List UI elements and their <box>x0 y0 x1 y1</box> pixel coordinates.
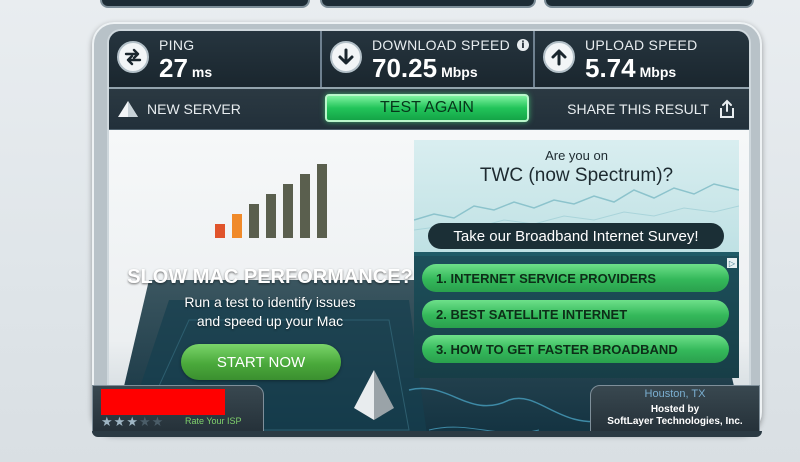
signal-bar <box>283 184 293 238</box>
download-value: 70.25 Mbps <box>372 53 478 84</box>
panel-base <box>92 431 762 437</box>
info-icon[interactable]: i <box>517 39 529 51</box>
new-server-button[interactable]: NEW SERVER <box>117 97 241 121</box>
top-tab-3[interactable] <box>544 0 754 8</box>
server-triangle-icon <box>118 101 138 117</box>
top-tab-1[interactable] <box>100 0 310 8</box>
ping-arrows-icon <box>117 41 149 73</box>
ad-choices-icon[interactable]: ▷ <box>727 258 737 268</box>
action-bar: NEW SERVER TEST AGAIN SHARE THIS RESULT <box>109 89 749 130</box>
survey-option-3[interactable]: 3. HOW TO GET FASTER BROADBAND <box>422 335 729 363</box>
upload-stat: UPLOAD SPEED 5.74 Mbps <box>533 31 749 87</box>
survey-option-1[interactable]: 1. INTERNET SERVICE PROVIDERS <box>422 264 729 292</box>
share-icon <box>720 99 734 118</box>
ping-number: 27 <box>159 53 188 83</box>
survey-question-line2: TWC (now Spectrum)? <box>479 165 674 186</box>
ad-line-2: and speed up your Mac <box>196 313 344 329</box>
host-card: Houston, TX Hosted by SoftLayer Technolo… <box>590 385 760 433</box>
survey-question-line1: Are you on <box>545 148 608 163</box>
star-empty-icon[interactable]: ★ <box>152 416 164 429</box>
signal-bar <box>232 214 242 238</box>
rate-isp-link[interactable]: Rate Your ISP <box>185 416 242 426</box>
star-empty-icon[interactable]: ★ <box>139 416 151 429</box>
download-label: DOWNLOAD SPEED <box>372 37 510 53</box>
upload-label: UPLOAD SPEED <box>585 37 698 53</box>
host-city: Houston, TX <box>644 388 706 400</box>
signal-bar <box>249 204 259 238</box>
isp-rating-stars[interactable]: ★ ★ ★ ★ ★ <box>101 416 163 429</box>
star-filled-icon[interactable]: ★ <box>126 416 138 429</box>
survey-option-2[interactable]: 2. BEST SATELLITE INTERNET <box>422 300 729 328</box>
hosted-by-label: Hosted by <box>650 404 700 415</box>
test-again-button[interactable]: TEST AGAIN <box>325 94 529 122</box>
share-label: SHARE THIS RESULT <box>567 101 709 117</box>
ping-stat: PING 27 ms <box>109 31 320 87</box>
isp-card: ★ ★ ★ ★ ★ Rate Your ISP <box>92 385 264 433</box>
speedtest-panel: PING 27 ms DOWNLOAD SPEED i 70.25 Mbps U… <box>107 29 751 433</box>
stats-bar: PING 27 ms DOWNLOAD SPEED i 70.25 Mbps U… <box>109 31 749 89</box>
signal-bar <box>300 174 310 238</box>
survey-header: Are you on TWC (now Spectrum)? Take our … <box>414 140 739 252</box>
download-stat: DOWNLOAD SPEED i 70.25 Mbps <box>320 31 535 87</box>
survey-links: ▷ 1. INTERNET SERVICE PROVIDERS 2. BEST … <box>414 256 739 378</box>
survey-cta[interactable]: Take our Broadband Internet Survey! <box>428 223 724 249</box>
share-button[interactable]: SHARE THIS RESULT <box>567 97 737 121</box>
star-filled-icon[interactable]: ★ <box>101 416 113 429</box>
survey-ad[interactable]: Are you on TWC (now Spectrum)? Take our … <box>414 140 739 378</box>
ad-line-1: Run a test to identify issues <box>184 294 356 310</box>
signal-bar <box>215 224 225 238</box>
download-number: 70.25 <box>372 53 438 83</box>
upload-value: 5.74 Mbps <box>585 53 676 84</box>
signal-bar <box>266 194 276 238</box>
download-unit: Mbps <box>441 64 478 80</box>
ping-value: 27 ms <box>159 53 212 84</box>
upload-number: 5.74 <box>585 53 636 83</box>
new-server-label: NEW SERVER <box>147 101 241 117</box>
download-arrow-icon <box>330 41 362 73</box>
signal-bar <box>317 164 327 238</box>
redacted-isp-name <box>101 389 225 415</box>
host-company: SoftLayer Technologies, Inc. <box>607 416 743 427</box>
top-tab-2[interactable] <box>320 0 536 8</box>
ping-label: PING <box>159 37 195 53</box>
star-filled-icon[interactable]: ★ <box>114 416 126 429</box>
ping-unit: ms <box>191 64 213 80</box>
signal-bars-graphic <box>215 164 327 238</box>
upload-unit: Mbps <box>639 64 677 80</box>
start-now-button[interactable]: START NOW <box>181 344 341 380</box>
ad-title: SLOW MAC PERFORMANCE? <box>127 266 413 288</box>
upload-arrow-icon <box>543 41 575 73</box>
